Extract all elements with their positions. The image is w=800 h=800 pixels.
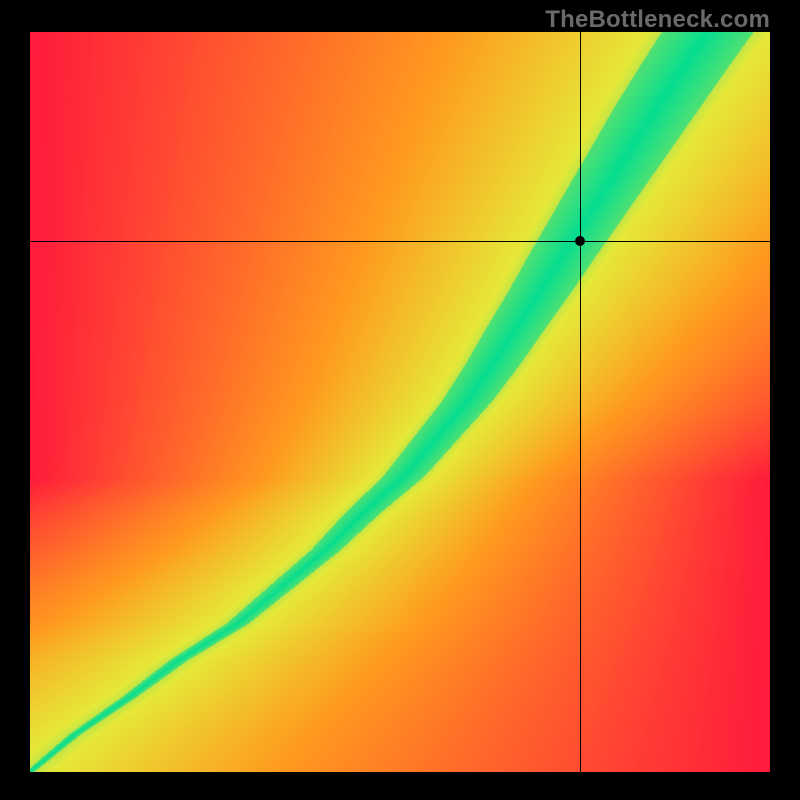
watermark-text: TheBottleneck.com (545, 6, 770, 34)
chart-frame: TheBottleneck.com (0, 0, 800, 800)
heatmap-canvas (30, 32, 770, 772)
heatmap-plot (30, 32, 770, 772)
